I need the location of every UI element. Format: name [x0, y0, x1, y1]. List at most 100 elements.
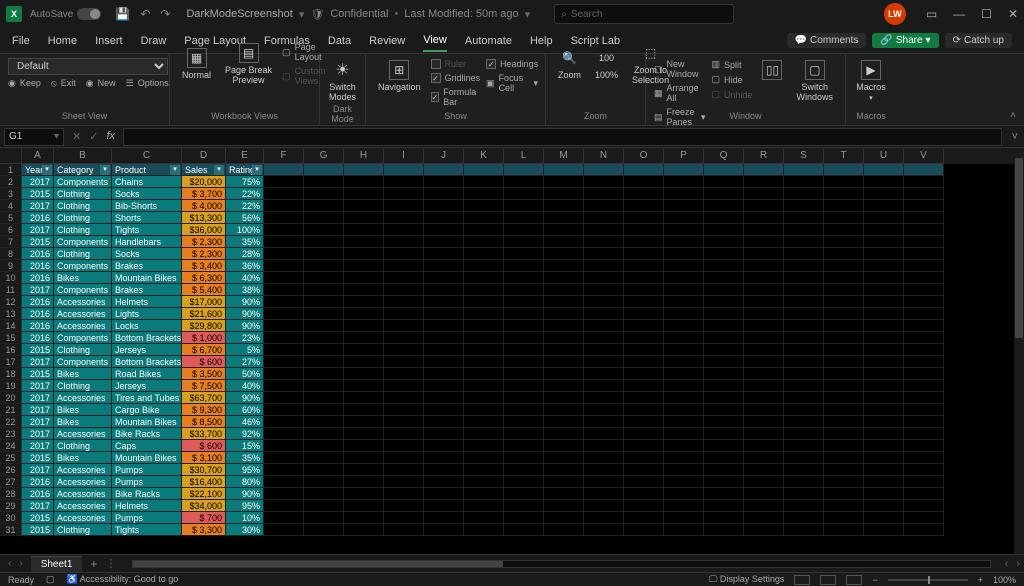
empty-cell[interactable] [584, 260, 624, 272]
empty-cell[interactable] [344, 320, 384, 332]
cell-year[interactable]: 2015 [22, 236, 54, 248]
empty-cell[interactable] [384, 464, 424, 476]
search-input[interactable]: ⌕ Search [554, 4, 734, 24]
empty-cell[interactable] [544, 476, 584, 488]
empty-cell[interactable] [384, 200, 424, 212]
empty-cell[interactable] [424, 380, 464, 392]
empty-cell[interactable] [464, 344, 504, 356]
col-header[interactable]: J [424, 148, 464, 164]
empty-cell[interactable] [624, 188, 664, 200]
empty-cell[interactable] [864, 524, 904, 536]
empty-cell[interactable] [624, 404, 664, 416]
row-header[interactable]: 6 [0, 224, 22, 236]
empty-cell[interactable] [504, 500, 544, 512]
empty-cell[interactable] [584, 176, 624, 188]
cell-sales[interactable]: $30,700 [182, 464, 226, 476]
empty-cell[interactable] [304, 404, 344, 416]
empty-cell[interactable] [704, 260, 744, 272]
empty-cell[interactable] [584, 344, 624, 356]
empty-cell[interactable] [344, 212, 384, 224]
empty-cell[interactable] [264, 476, 304, 488]
empty-cell[interactable] [304, 488, 344, 500]
empty-cell[interactable] [864, 320, 904, 332]
empty-cell[interactable] [304, 320, 344, 332]
cell-category[interactable]: Components [54, 176, 112, 188]
empty-cell[interactable] [744, 380, 784, 392]
empty-cell[interactable] [824, 488, 864, 500]
empty-cell[interactable] [464, 200, 504, 212]
cell-rating[interactable]: 36% [226, 260, 264, 272]
view-layout-icon[interactable] [820, 575, 836, 585]
empty-cell[interactable] [704, 200, 744, 212]
tab-data[interactable]: Data [328, 31, 351, 51]
empty-cell[interactable] [704, 272, 744, 284]
empty-cell[interactable] [544, 368, 584, 380]
cell-rating[interactable]: 30% [226, 524, 264, 536]
cell-rating[interactable]: 28% [226, 248, 264, 260]
empty-cell[interactable] [784, 452, 824, 464]
empty-cell[interactable] [784, 368, 824, 380]
empty-cell[interactable] [584, 248, 624, 260]
document-title[interactable]: DarkModeScreenshot ▾ 🛡 Confidential • La… [186, 8, 530, 21]
empty-cell[interactable] [424, 392, 464, 404]
empty-cell[interactable] [424, 452, 464, 464]
cell-sales[interactable]: $ 2,300 [182, 236, 226, 248]
row-header[interactable]: 12 [0, 296, 22, 308]
name-box[interactable]: G1▾ [4, 128, 64, 146]
exit-button[interactable]: ⦸ Exit [51, 77, 76, 90]
cell-rating[interactable]: 75% [226, 176, 264, 188]
empty-cell[interactable] [624, 488, 664, 500]
empty-cell[interactable] [864, 500, 904, 512]
empty-cell[interactable] [864, 488, 904, 500]
filter-icon[interactable]: ▾ [100, 165, 110, 175]
empty-cell[interactable] [384, 224, 424, 236]
empty-cell[interactable] [744, 524, 784, 536]
cell-year[interactable]: 2017 [22, 284, 54, 296]
empty-cell[interactable] [264, 392, 304, 404]
empty-cell[interactable] [864, 344, 904, 356]
empty-cell[interactable] [344, 344, 384, 356]
empty-cell[interactable] [584, 464, 624, 476]
empty-cell[interactable] [424, 188, 464, 200]
row-header[interactable]: 10 [0, 272, 22, 284]
empty-cell[interactable] [704, 320, 744, 332]
empty-cell[interactable] [384, 356, 424, 368]
empty-cell[interactable] [784, 164, 824, 176]
empty-cell[interactable] [464, 332, 504, 344]
ruler-check[interactable]: Ruler [431, 58, 481, 70]
empty-cell[interactable] [824, 344, 864, 356]
empty-cell[interactable] [824, 272, 864, 284]
empty-cell[interactable] [584, 488, 624, 500]
empty-cell[interactable] [864, 272, 904, 284]
row-header[interactable]: 3 [0, 188, 22, 200]
empty-cell[interactable] [344, 452, 384, 464]
empty-cell[interactable] [384, 380, 424, 392]
row-header[interactable]: 9 [0, 260, 22, 272]
col-header[interactable]: H [344, 148, 384, 164]
cell-category[interactable]: Clothing [54, 188, 112, 200]
empty-cell[interactable] [304, 308, 344, 320]
empty-cell[interactable] [304, 224, 344, 236]
tab-home[interactable]: Home [48, 31, 77, 51]
empty-cell[interactable] [464, 524, 504, 536]
navigation-button[interactable]: ⊞Navigation [374, 58, 425, 94]
empty-cell[interactable] [504, 344, 544, 356]
cell-category[interactable]: Clothing [54, 248, 112, 260]
empty-cell[interactable] [424, 368, 464, 380]
cell-rating[interactable]: 90% [226, 392, 264, 404]
empty-cell[interactable] [864, 248, 904, 260]
row-header[interactable]: 21 [0, 404, 22, 416]
empty-cell[interactable] [544, 188, 584, 200]
empty-cell[interactable] [624, 176, 664, 188]
empty-cell[interactable] [704, 440, 744, 452]
empty-cell[interactable] [464, 416, 504, 428]
cell-rating[interactable]: 35% [226, 452, 264, 464]
empty-cell[interactable] [624, 380, 664, 392]
cell-rating[interactable]: 27% [226, 356, 264, 368]
empty-cell[interactable] [744, 356, 784, 368]
close-icon[interactable]: ✕ [1008, 7, 1018, 21]
empty-cell[interactable] [384, 500, 424, 512]
empty-cell[interactable] [864, 464, 904, 476]
row-header[interactable]: 7 [0, 236, 22, 248]
empty-cell[interactable] [584, 188, 624, 200]
